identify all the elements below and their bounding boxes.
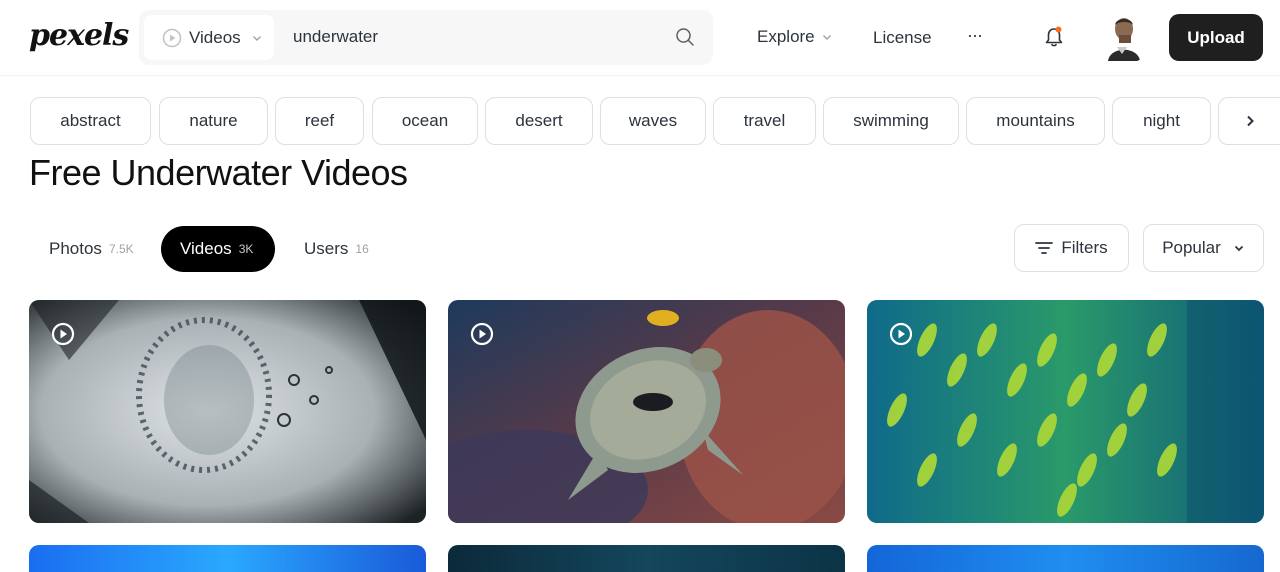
sort-label: Popular (1162, 238, 1221, 257)
tab-label: Users (304, 239, 349, 258)
video-card[interactable] (29, 300, 426, 523)
video-card[interactable] (29, 545, 426, 572)
filters-label: Filters (1061, 238, 1108, 257)
search-type-label: Videos (189, 27, 241, 47)
tab-count: 16 (355, 242, 369, 256)
video-thumbnail-turtle (448, 300, 845, 523)
video-thumbnail-bubbles (29, 300, 426, 523)
avatar[interactable] (1102, 13, 1142, 61)
explore-menu[interactable]: Explore (757, 27, 833, 47)
tab-users[interactable]: Users 16 (285, 226, 388, 272)
tag-mountains[interactable]: mountains (966, 97, 1105, 145)
play-circle-icon (470, 322, 494, 346)
license-link[interactable]: License (873, 28, 932, 48)
tag-nature[interactable]: nature (159, 97, 268, 145)
tab-photos[interactable]: Photos 7.5K (30, 226, 153, 272)
video-card[interactable] (867, 545, 1264, 572)
page-title: Free Underwater Videos (29, 152, 408, 193)
filters-button[interactable]: Filters (1014, 224, 1129, 272)
chevron-down-icon (1234, 245, 1243, 252)
search-icon[interactable] (675, 27, 695, 47)
tags-next-button[interactable] (1218, 97, 1280, 145)
tag-reef[interactable]: reef (275, 97, 364, 145)
sort-select[interactable]: Popular (1143, 224, 1264, 272)
video-card[interactable] (448, 545, 845, 572)
tab-videos[interactable]: Videos 3K (161, 226, 275, 272)
related-tags-row: abstract nature reef ocean desert waves … (0, 97, 1280, 145)
video-card[interactable] (448, 300, 845, 523)
tag-desert[interactable]: desert (485, 97, 593, 145)
search-bar: Videos underwater (139, 10, 713, 65)
upload-button[interactable]: Upload (1169, 14, 1263, 61)
tag-abstract[interactable]: abstract (30, 97, 151, 145)
filter-lines-icon (1035, 242, 1054, 254)
notification-dot (1055, 26, 1062, 33)
play-circle-icon (162, 28, 182, 47)
video-thumbnail-fish-school (867, 300, 1264, 523)
tab-label: Videos (180, 239, 232, 258)
chevron-down-icon (252, 35, 261, 41)
bell-icon[interactable] (1043, 25, 1065, 49)
explore-label: Explore (757, 27, 815, 46)
more-menu-button[interactable]: ··· (967, 25, 983, 46)
tab-count: 3K (238, 242, 254, 256)
top-header: pexels Videos underwater Explore License… (0, 0, 1280, 76)
tag-night[interactable]: night (1112, 97, 1211, 145)
video-card[interactable] (867, 300, 1264, 523)
tab-label: Photos (49, 239, 102, 258)
tag-swimming[interactable]: swimming (823, 97, 959, 145)
search-type-select[interactable]: Videos (144, 15, 274, 60)
play-circle-icon (889, 322, 913, 346)
tab-count: 7.5K (108, 242, 134, 256)
play-circle-icon (51, 322, 75, 346)
pexels-logo[interactable]: pexels (29, 18, 129, 53)
tag-travel[interactable]: travel (713, 97, 816, 145)
search-input[interactable]: underwater (293, 27, 378, 47)
chevron-down-icon (822, 35, 831, 40)
tag-ocean[interactable]: ocean (372, 97, 478, 145)
chevron-right-icon (1247, 115, 1254, 127)
tag-waves[interactable]: waves (600, 97, 706, 145)
